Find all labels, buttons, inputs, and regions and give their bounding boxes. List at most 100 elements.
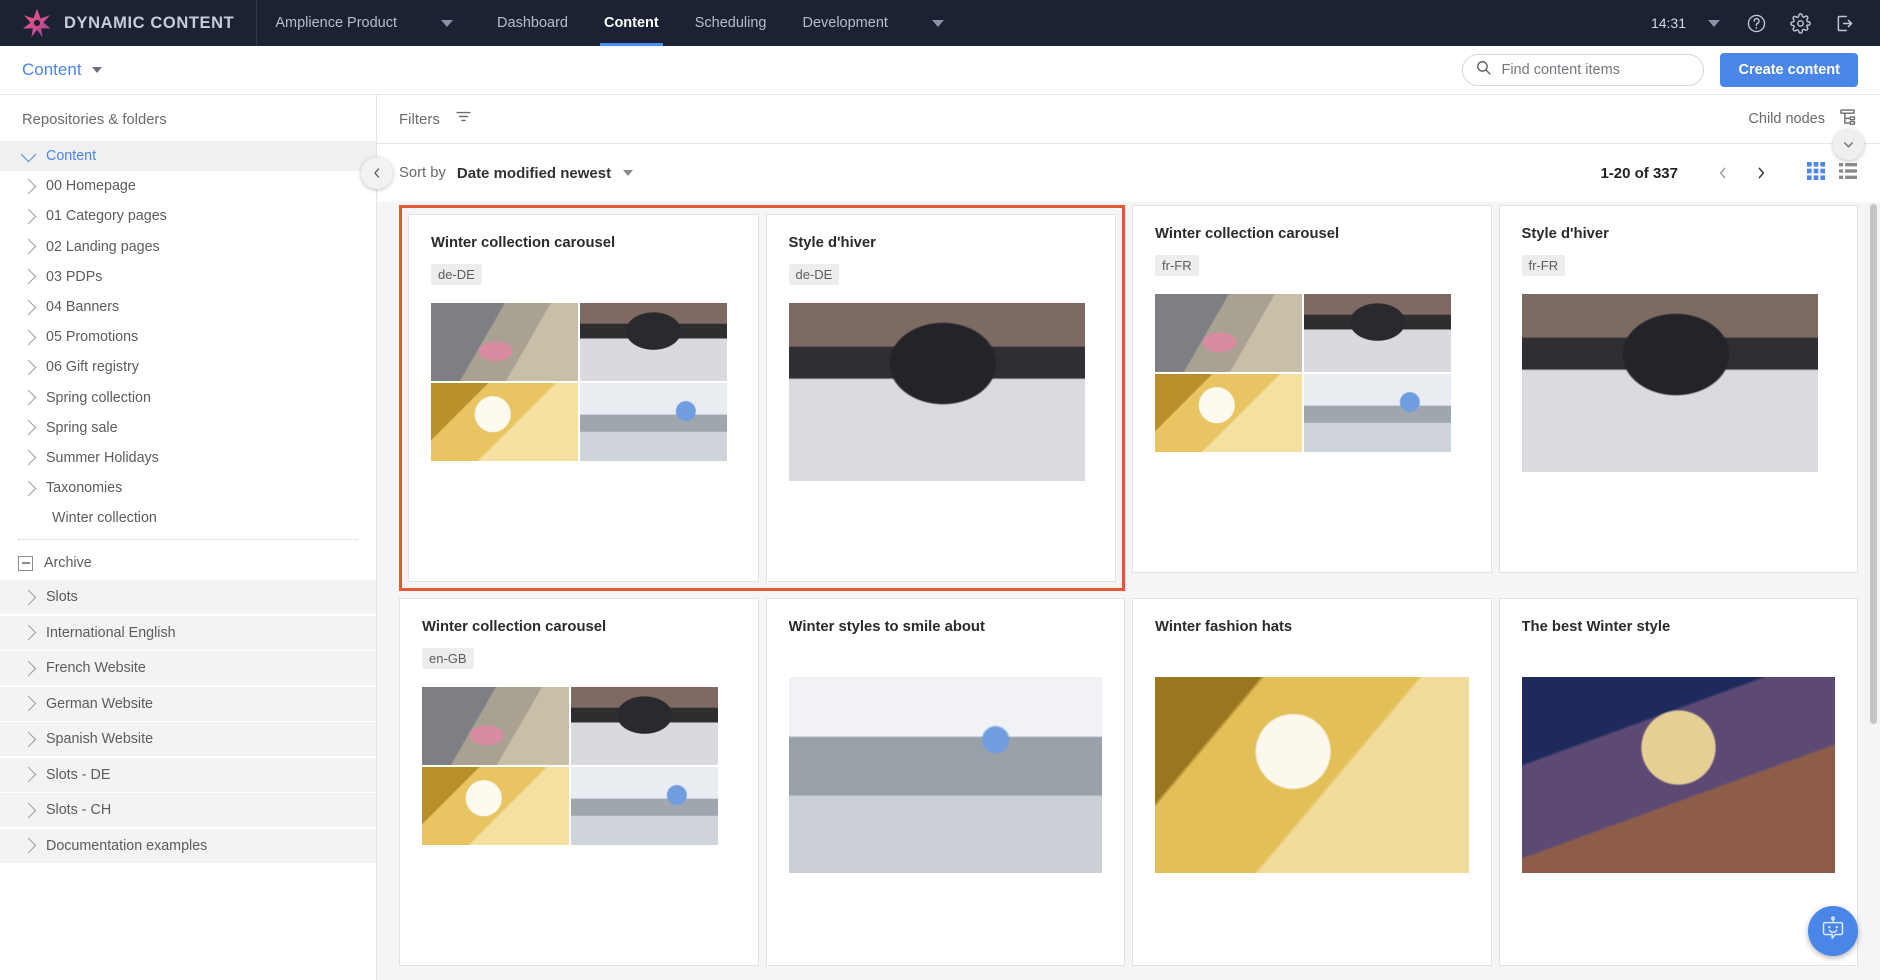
scrollbar-thumb[interactable] — [1870, 204, 1877, 724]
sort-value[interactable]: Date modified newest — [457, 165, 611, 182]
sidebar-item-archive[interactable]: Archive — [0, 546, 376, 580]
help-circle-icon[interactable] — [1734, 0, 1778, 46]
thumb-image-woman-beanie — [571, 687, 718, 765]
thumb-image-woman-beanie — [580, 303, 727, 381]
sidebar-item-slots[interactable]: Slots — [0, 580, 376, 615]
chevron-right-icon — [20, 238, 37, 255]
chevron-down-icon-development[interactable] — [931, 19, 944, 27]
card-title: Winter collection carousel — [1155, 226, 1340, 242]
content-card[interactable]: Winter collection carousel de-DE — [408, 214, 759, 582]
sidebar-item-02-landing-pages[interactable]: 02 Landing pages — [0, 232, 376, 262]
sidebar-item-06-gift-registry[interactable]: 06 Gift registry — [0, 352, 376, 382]
card-title: Winter styles to smile about — [788, 619, 985, 635]
thumb-image-woman-golden — [431, 383, 578, 461]
sidebar-item-french-website[interactable]: French Website — [0, 651, 376, 686]
sidebar-item-german-website[interactable]: German Website — [0, 686, 376, 721]
sidebar-item-01-category-pages[interactable]: 01 Category pages — [0, 201, 376, 231]
nav-item-content[interactable]: Content — [586, 0, 677, 46]
chevron-down-icon[interactable] — [623, 170, 634, 176]
card-thumbnail — [788, 677, 1102, 873]
sidebar-item-documentation-examples[interactable]: Documentation examples — [0, 828, 376, 863]
chevron-right-icon — [20, 389, 37, 406]
chevron-down-icon[interactable] — [441, 19, 454, 27]
nav-product-selector[interactable]: Amplience Product — [257, 0, 415, 46]
pagination-controls: 1-20 of 337 — [1600, 156, 1858, 190]
sidebar-item-international-english[interactable]: International English — [0, 615, 376, 650]
card-thumbnail — [422, 687, 736, 845]
filter-icon[interactable] — [454, 107, 473, 131]
filters-label: Filters — [399, 110, 440, 128]
sidebar-item-label: 03 PDPs — [46, 268, 103, 285]
sidebar-item-taxonomies[interactable]: Taxonomies — [0, 473, 376, 503]
expand-filters-button[interactable] — [1833, 129, 1864, 160]
chevron-right-icon — [20, 838, 37, 854]
content-card[interactable]: Winter styles to smile about — [765, 598, 1125, 966]
content-card[interactable]: Style d'hiver fr-FR — [1498, 205, 1858, 573]
thumb-image-woman-white-hat — [1155, 677, 1469, 873]
nav-item-development[interactable]: Development — [784, 0, 905, 46]
search-icon — [1475, 59, 1492, 81]
create-content-button[interactable]: Create content — [1720, 53, 1858, 87]
card-title: The best Winter style — [1521, 619, 1671, 635]
content-card[interactable]: Style d'hiver de-DE — [765, 214, 1116, 582]
breadcrumb[interactable]: Content — [0, 60, 102, 80]
card-title: Winter collection carousel — [422, 619, 607, 635]
app-logo[interactable]: DYNAMIC CONTENT — [0, 0, 258, 46]
sidebar-item-spring-collection[interactable]: Spring collection — [0, 383, 376, 413]
prev-page-button[interactable] — [1704, 156, 1742, 190]
sidebar-item-summer-holidays[interactable]: Summer Holidays — [0, 443, 376, 473]
chevron-down-icon[interactable] — [91, 67, 102, 73]
view-toggle-group — [1806, 161, 1858, 186]
nav-item-scheduling[interactable]: Scheduling — [677, 0, 785, 46]
sidebar-item-label: 05 Promotions — [46, 329, 139, 346]
sign-out-icon[interactable] — [1822, 0, 1866, 46]
list-view-icon[interactable] — [1838, 161, 1858, 186]
gear-icon[interactable] — [1778, 0, 1822, 46]
next-page-button[interactable] — [1742, 156, 1780, 190]
chevron-right-icon — [20, 731, 37, 748]
content-card[interactable]: Winter collection carousel fr-FR — [1132, 205, 1492, 573]
sidebar-item-label: French Website — [46, 660, 146, 677]
sidebar-item-content[interactable]: Content — [0, 141, 376, 172]
content-items-grid-scroll[interactable]: Winter collection carousel de-DE Style d… — [377, 202, 1880, 980]
content-card[interactable]: Winter fashion hats — [1132, 598, 1492, 966]
locale-badge: de-DE — [788, 264, 840, 285]
sidebar-item-winter-collection[interactable]: Winter collection — [0, 503, 376, 533]
sidebar-item-03-pdps[interactable]: 03 PDPs — [0, 262, 376, 292]
sidebar-item-label: Slots - CH — [46, 802, 112, 819]
sidebar-item-05-promotions[interactable]: 05 Promotions — [0, 322, 376, 352]
search-box[interactable] — [1462, 54, 1705, 86]
clock-chevron-down-icon[interactable] — [1708, 19, 1720, 27]
grid-view-icon[interactable] — [1806, 161, 1826, 186]
clock-label: 14:31 — [1650, 15, 1686, 31]
sidebar-item-slots-de[interactable]: Slots - DE — [0, 757, 376, 792]
sidebar-item-label: Spring collection — [46, 389, 151, 406]
sidebar-item-spanish-website[interactable]: Spanish Website — [0, 722, 376, 757]
vertical-scrollbar[interactable] — [1869, 202, 1878, 980]
filters-bar: Filters Child nodes — [377, 95, 1880, 144]
locale-badge: fr-FR — [1155, 255, 1199, 276]
chevron-right-icon — [20, 178, 37, 195]
sidebar-item-00-homepage[interactable]: 00 Homepage — [0, 171, 376, 201]
chevron-right-icon — [20, 329, 37, 345]
content-card[interactable]: The best Winter style — [1498, 598, 1858, 966]
thumb-image-woman-golden — [422, 767, 569, 845]
sidebar-item-spring-sale[interactable]: Spring sale — [0, 413, 376, 443]
sidebar-item-label: German Website — [46, 695, 154, 712]
thumb-image-woman-fur-hat — [1521, 677, 1835, 873]
collapse-sidebar-button[interactable] — [361, 157, 393, 189]
thumb-image-handbag — [422, 687, 569, 765]
thumb-image-selfie-couple — [580, 383, 727, 461]
sidebar-item-label: 02 Landing pages — [46, 238, 160, 255]
sidebar-item-04-banners[interactable]: 04 Banners — [0, 292, 376, 322]
sidebar-item-slots-ch[interactable]: Slots - CH — [0, 793, 376, 828]
chatbot-button[interactable] — [1808, 906, 1858, 956]
chevron-right-icon — [20, 420, 37, 436]
nav-item-dashboard[interactable]: Dashboard — [479, 0, 586, 46]
child-nodes-toggle[interactable]: Child nodes — [1748, 107, 1858, 132]
search-input[interactable] — [1501, 62, 1692, 78]
content-card[interactable]: Winter collection carousel en-GB — [399, 598, 759, 966]
chevron-right-icon — [20, 802, 37, 819]
sidebar-item-label: International English — [46, 624, 176, 641]
thumb-image-handbag — [1155, 294, 1302, 372]
